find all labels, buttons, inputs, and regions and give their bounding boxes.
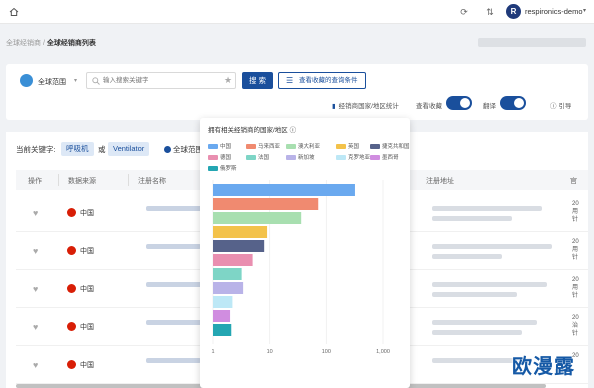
row-right-text: 20 用针 — [572, 277, 579, 299]
column-header[interactable]: 注册地址 — [426, 176, 454, 186]
blurred-text — [478, 38, 586, 47]
x-tick-label: 10 — [267, 349, 273, 355]
username[interactable]: respironics-demo — [525, 7, 583, 16]
breadcrumb-separator: / — [42, 40, 45, 47]
bar[interactable] — [213, 268, 242, 280]
bar[interactable] — [213, 324, 232, 336]
source-country: 中国 — [80, 210, 94, 217]
home-icon[interactable] — [8, 6, 20, 18]
favorite-icon[interactable]: ♥ — [33, 246, 38, 256]
source-country: 中国 — [80, 324, 94, 331]
list-icon: ☰ — [286, 76, 294, 85]
column-header[interactable]: 官 — [570, 176, 577, 186]
china-flag-icon — [67, 246, 76, 255]
saved-queries-button[interactable]: ☰ 查看收藏的查询条件 — [278, 72, 366, 89]
breadcrumb-parent[interactable]: 全球经销商 — [6, 40, 41, 47]
row-right-text: 20 治针 — [572, 315, 579, 337]
breadcrumb: 全球经销商 / 全球经销商列表 — [6, 38, 96, 48]
bar[interactable] — [213, 310, 231, 322]
favorite-icon[interactable]: ♥ — [33, 322, 38, 332]
search-panel: 全球范围 ▾ ★ 搜 索 ☰ 查看收藏的查询条件 ▮经销商国家/地区统计 查看收… — [6, 64, 588, 120]
guide-label: 引导 — [558, 103, 572, 110]
chevron-down-icon[interactable]: ▾ — [583, 7, 586, 14]
bar[interactable] — [213, 226, 268, 238]
column-header[interactable]: 注册名称 — [138, 176, 166, 186]
bar[interactable] — [213, 240, 265, 252]
bar[interactable] — [213, 198, 319, 210]
search-button[interactable]: 搜 索 — [242, 72, 273, 89]
star-icon[interactable]: ★ — [224, 75, 232, 86]
globe-icon — [20, 74, 33, 87]
breadcrumb-current: 全球经销商列表 — [46, 40, 96, 47]
country-stats-popup: 拥有相关经销商的国家/地区 ⓘ 中国 马来西亚 澳大利亚 英国 捷克共和国 德国 法国 新加坡… — [200, 118, 410, 388]
bar[interactable] — [213, 184, 355, 196]
china-flag-icon — [67, 284, 76, 293]
row-right-text: 20 用针 — [572, 201, 579, 223]
favorite-icon[interactable]: ♥ — [33, 208, 38, 218]
column-header: 操作 — [28, 178, 42, 185]
top-bar: ⟳ ⇅ R respironics-demo ▾ — [0, 0, 594, 24]
search-field[interactable]: ★ — [86, 72, 236, 89]
saved-queries-label: 查看收藏的查询条件 — [299, 77, 358, 84]
translate-toggle[interactable] — [500, 96, 526, 110]
guide-link[interactable]: ⓘ 引导 — [550, 100, 571, 110]
bar[interactable] — [213, 296, 233, 308]
keyword-tag[interactable]: Ventilator — [108, 142, 150, 156]
favorite-icon[interactable]: ♥ — [33, 284, 38, 294]
country-stats-link[interactable]: ▮ 经销商国家/地区统计 — [332, 100, 399, 110]
bar[interactable] — [213, 254, 253, 266]
country-stats-label: 经销商国家/地区统计 — [338, 103, 399, 110]
avatar[interactable]: R — [506, 4, 521, 19]
bar[interactable] — [213, 282, 244, 294]
x-tick-label: 1,000 — [376, 349, 390, 355]
search-icon — [92, 77, 100, 85]
x-tick-label: 1 — [211, 349, 214, 355]
china-flag-icon — [67, 360, 76, 369]
translate-label: 翻译 — [483, 103, 496, 110]
scope-text: 全球范围 — [173, 145, 203, 154]
bar-chart-icon: ▮ — [332, 103, 336, 110]
scope-select[interactable]: 全球范围 — [38, 77, 66, 87]
favorite-icon[interactable]: ♥ — [33, 360, 38, 370]
keyword-tag[interactable]: 呼吸机 — [61, 142, 94, 156]
chevron-down-icon[interactable]: ▾ — [74, 77, 77, 84]
search-input[interactable] — [103, 74, 213, 87]
bar-chart: 1 10 100 1,000 — [211, 180, 390, 355]
row-right-text: 20 用针 — [572, 239, 579, 261]
scope-dot-icon — [164, 146, 171, 153]
china-flag-icon — [67, 208, 76, 217]
favorites-label: 查看收藏 — [416, 103, 442, 110]
favorites-toggle[interactable] — [446, 96, 472, 110]
bar[interactable] — [213, 212, 302, 224]
china-flag-icon — [67, 322, 76, 331]
keyword-or: 或 — [98, 145, 106, 154]
swap-icon[interactable]: ⇅ — [484, 6, 496, 18]
column-header[interactable]: 数据来源 — [68, 176, 96, 186]
keyword-prefix: 当前关键字: — [16, 145, 56, 154]
source-country: 中国 — [80, 286, 94, 293]
watermark-text: 欧漫露 — [512, 354, 575, 378]
x-tick-label: 100 — [322, 349, 331, 355]
source-country: 中国 — [80, 362, 94, 369]
refresh-icon[interactable]: ⟳ — [458, 6, 470, 18]
source-country: 中国 — [80, 248, 94, 255]
